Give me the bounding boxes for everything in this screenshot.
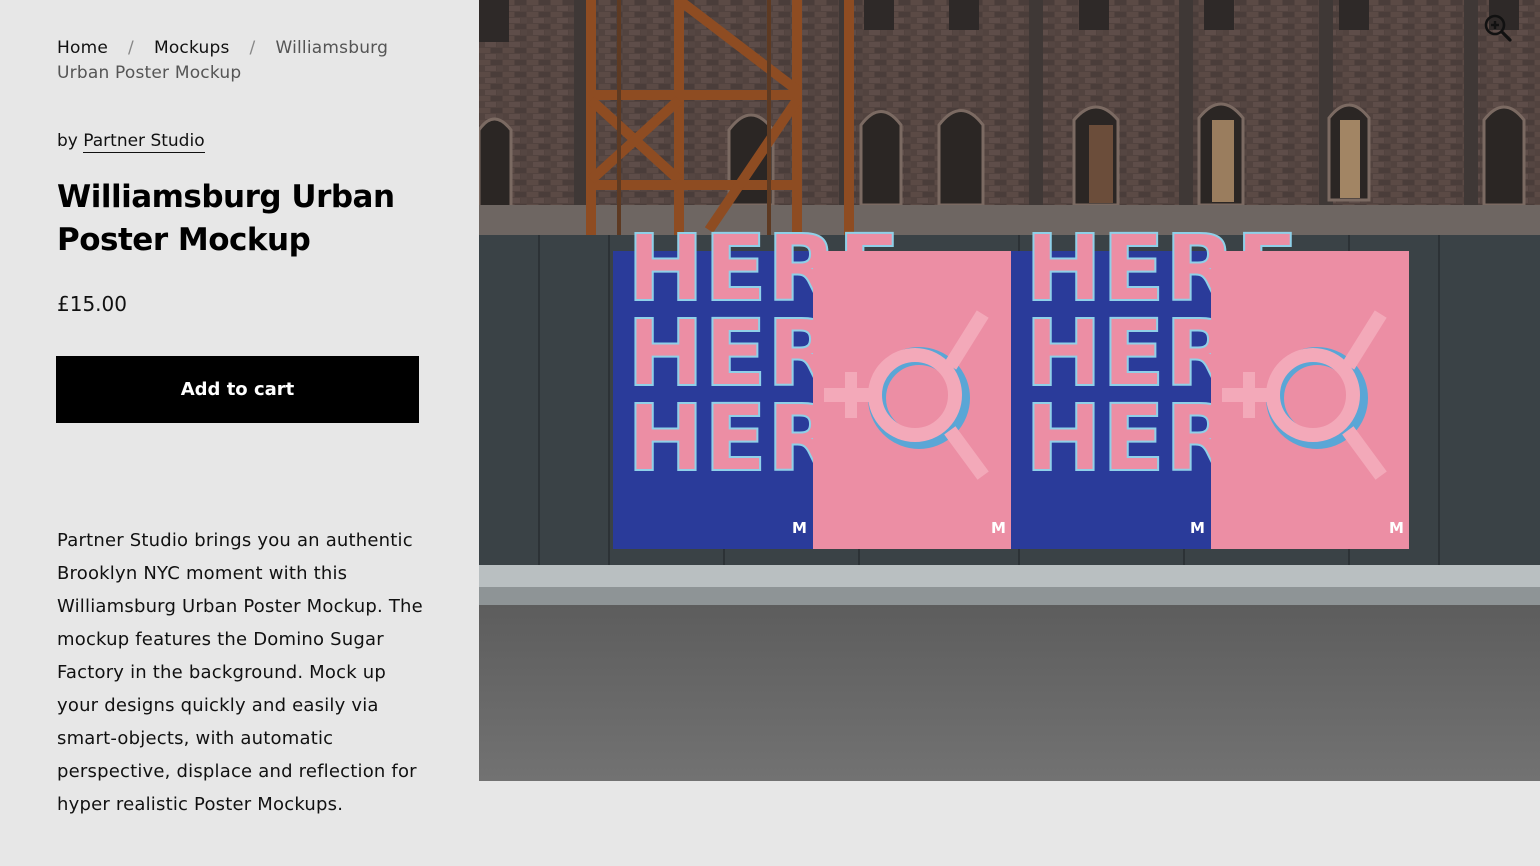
svg-text:M: M bbox=[1190, 519, 1205, 537]
svg-text:M: M bbox=[991, 519, 1006, 537]
poster-row: HERE HERE HERE M M HERE HERE HERE M M bbox=[613, 214, 1409, 549]
breadcrumb-separator: / bbox=[249, 38, 256, 58]
product-title: Williamsburg Urban Poster Mockup bbox=[57, 179, 395, 258]
product-price: £15.00 bbox=[57, 292, 127, 316]
poster-mockup-scene: HERE HERE HERE M M HERE HERE HERE M M bbox=[479, 0, 1540, 781]
svg-text:M: M bbox=[792, 519, 807, 537]
svg-text:M: M bbox=[1389, 519, 1404, 537]
author-link[interactable]: Partner Studio bbox=[83, 131, 205, 153]
byline-prefix: by bbox=[57, 131, 78, 151]
breadcrumb: Home / Mockups / Williamsburg Urban Poster M… bbox=[57, 36, 397, 86]
product-hero-image[interactable]: HERE HERE HERE M M HERE HERE HERE M M bbox=[479, 0, 1540, 781]
byline: by Partner Studio bbox=[57, 131, 205, 153]
breadcrumb-separator: / bbox=[128, 38, 134, 58]
breadcrumb-home[interactable]: Home bbox=[57, 38, 108, 58]
product-info-panel: Home / Mockups / Williamsburg Urban Poster M… bbox=[0, 0, 480, 866]
zoom-in-icon[interactable] bbox=[1482, 12, 1514, 44]
product-description: Partner Studio brings you an authentic B… bbox=[57, 530, 423, 815]
add-to-cart-button[interactable]: Add to cart bbox=[56, 356, 419, 423]
breadcrumb-mockups[interactable]: Mockups bbox=[154, 38, 230, 58]
